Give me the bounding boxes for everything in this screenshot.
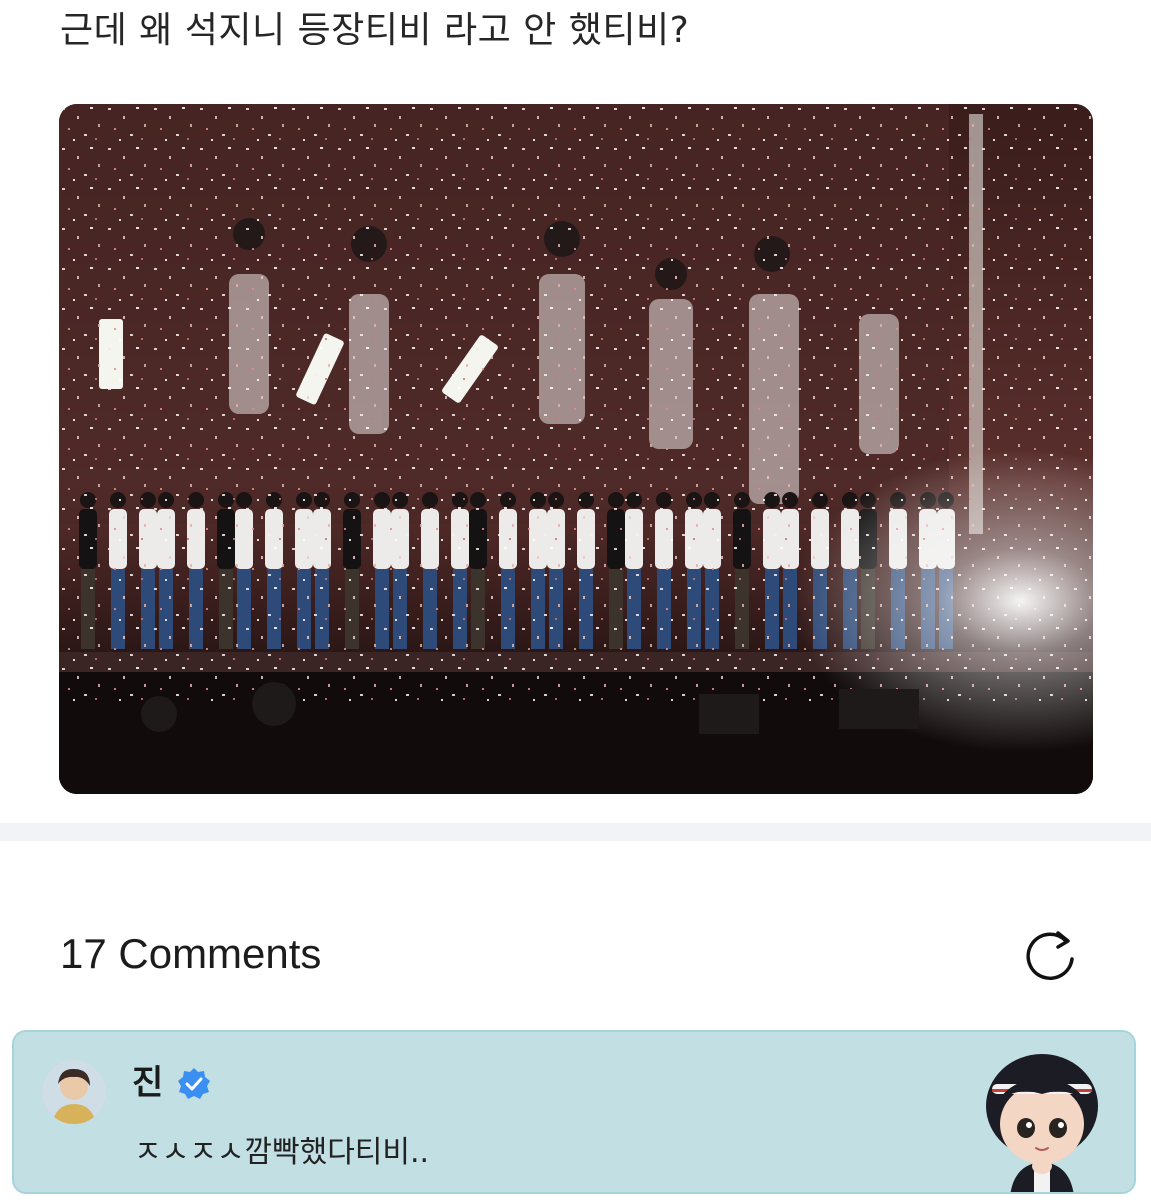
comment-card[interactable]: 진 ㅈㅅㅈㅅ깜빡했다티비..: [12, 1030, 1136, 1194]
comment-text: ㅈㅅㅈㅅ깜빡했다티비..: [134, 1135, 430, 1170]
comments-count: 17 Comments: [60, 930, 322, 977]
character-sticker-icon: [986, 1054, 1098, 1192]
post-image[interactable]: [59, 104, 1093, 794]
refresh-icon: [1026, 931, 1074, 980]
verified-icon: [178, 1068, 210, 1099]
section-divider: [0, 823, 1151, 841]
post-text: 근데 왜 석지니 등장티비 라고 안 했티비?: [60, 10, 690, 51]
avatar[interactable]: [42, 1060, 106, 1124]
refresh-button[interactable]: [1020, 925, 1080, 985]
avatar-photo: [42, 1060, 106, 1124]
author-name[interactable]: 진: [132, 1062, 163, 1104]
